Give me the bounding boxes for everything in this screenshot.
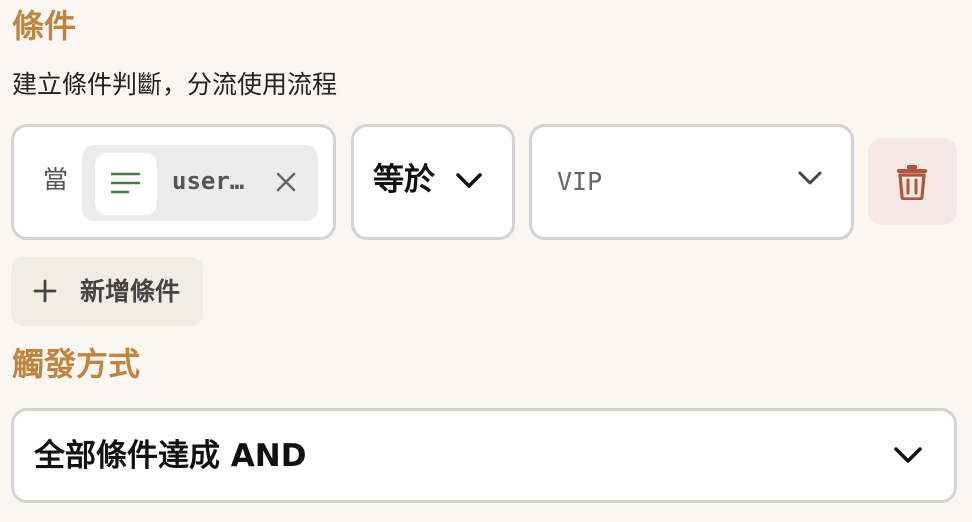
chevron-down-icon [798,171,822,190]
conditions-title: 條件 [12,7,77,45]
variable-name: user… [172,167,245,195]
variable-chip[interactable]: user… [82,145,318,221]
plus-icon [33,279,57,307]
trigger-title: 觸發方式 [12,345,141,383]
add-condition-button[interactable]: 新增條件 [11,257,203,326]
trigger-mode-value: 全部條件達成 AND [34,438,307,474]
value-select[interactable]: VIP [529,124,854,240]
conditions-description: 建立條件判斷，分流使用流程 [12,70,338,99]
value-text: VIP [557,167,603,196]
delete-condition-button[interactable] [868,138,957,225]
text-lines-icon [95,153,157,215]
when-label: 當 [43,165,69,194]
add-condition-label: 新增條件 [80,277,181,306]
trigger-mode-select[interactable]: 全部條件達成 AND [11,408,957,503]
chevron-down-icon [456,173,482,193]
chevron-down-icon [894,447,922,468]
condition-variable-field[interactable]: 當 user… [11,124,336,240]
operator-value: 等於 [373,162,435,198]
operator-select[interactable]: 等於 [351,124,515,240]
trash-icon [897,165,927,200]
remove-variable-icon[interactable] [276,172,296,196]
